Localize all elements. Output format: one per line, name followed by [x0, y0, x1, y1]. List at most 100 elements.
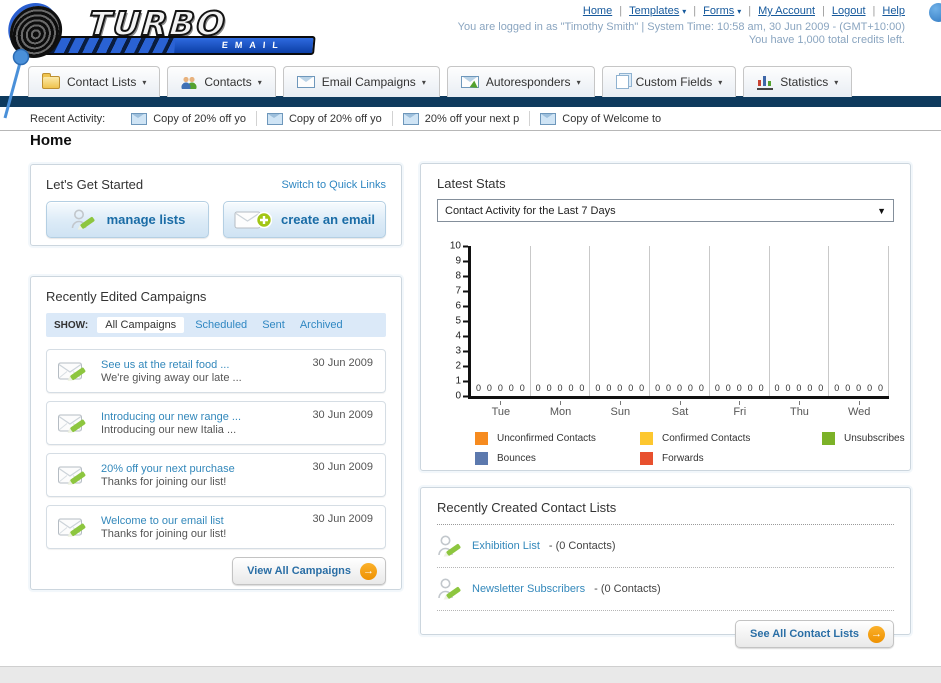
view-all-campaigns-button[interactable]: View All Campaigns →: [232, 557, 386, 585]
envelope-plus-icon: [234, 211, 273, 228]
tab-contact-lists[interactable]: Contact Lists ▾: [28, 66, 161, 97]
recent-activity-item[interactable]: Copy of Welcome to: [530, 111, 671, 126]
header-nav-link[interactable]: Home: [583, 5, 612, 17]
get-started-title: Let's Get Started: [46, 177, 144, 192]
y-axis-tick: 9: [455, 256, 468, 267]
bar-value-labels: 00000: [533, 383, 588, 393]
campaign-title-link[interactable]: See us at the retail food ...: [101, 359, 242, 371]
campaign-row[interactable]: See us at the retail food ... We're givi…: [46, 349, 386, 393]
legend-item: Unsubscribes: [822, 432, 905, 445]
bar-value: 0: [845, 383, 851, 393]
header-nav-link[interactable]: Help: [882, 5, 905, 17]
header-nav-link[interactable]: Templates: [629, 5, 679, 17]
legend-label: Unsubscribes: [844, 433, 905, 444]
legend-swatch: [475, 452, 488, 465]
campaign-date: 30 Jun 2009: [312, 409, 373, 421]
contact-list-link[interactable]: Newsletter Subscribers: [472, 583, 585, 595]
stats-period-select[interactable]: Contact Activity for the Last 7 Days ▼: [437, 199, 894, 222]
tab-contacts[interactable]: Contacts ▾: [167, 66, 276, 97]
chevron-down-icon: ▾: [142, 77, 147, 87]
campaign-title-link[interactable]: Introducing our new range ...: [101, 411, 241, 423]
x-axis-label: Sun: [590, 401, 650, 418]
recent-activity-item-label: Copy of 20% off yo: [153, 112, 246, 125]
chart-legend: Unconfirmed Contacts Confirmed Contacts …: [475, 432, 905, 465]
login-status-text: You are logged in as "Timothy Smith" | S…: [457, 21, 905, 33]
header-nav-item-forms[interactable]: Forms ▾: [703, 5, 741, 17]
view-all-campaigns-label: View All Campaigns: [247, 565, 351, 577]
bar-value: 0: [698, 383, 704, 393]
bar-value: 0: [714, 383, 720, 393]
campaign-filter-archived[interactable]: Archived: [300, 319, 343, 331]
campaign-row[interactable]: Welcome to our email list Thanks for joi…: [46, 505, 386, 549]
recent-activity-item[interactable]: Copy of 20% off yo: [257, 111, 393, 126]
chevron-down-icon: ▾: [682, 6, 687, 16]
header-nav-link[interactable]: Forms: [703, 5, 734, 17]
switch-to-quick-links-link[interactable]: Switch to Quick Links: [281, 179, 386, 191]
bar-value: 0: [606, 383, 612, 393]
header-nav-link[interactable]: My Account: [758, 5, 815, 17]
show-label: SHOW:: [54, 319, 89, 331]
campaign-title-link[interactable]: 20% off your next purchase: [101, 463, 235, 475]
header-nav-link[interactable]: Logout: [832, 5, 866, 17]
x-axis-label: Tue: [471, 401, 531, 418]
x-axis-label: Wed: [829, 401, 889, 418]
recent-activity-item[interactable]: 20% off your next p: [393, 111, 531, 126]
recent-activity-item-label: 20% off your next p: [424, 112, 520, 125]
recent-activity-item[interactable]: Copy of 20% off yo: [121, 111, 257, 126]
chart-day-group: 00000: [531, 246, 591, 396]
recent-activity-item-label: Copy of 20% off yo: [288, 112, 382, 125]
bar-value: 0: [878, 383, 884, 393]
bar-value: 0: [628, 383, 634, 393]
campaign-title-link[interactable]: Welcome to our email list: [101, 515, 226, 527]
campaign-row[interactable]: Introducing our new range ... Introducin…: [46, 401, 386, 445]
see-all-contact-lists-button[interactable]: See All Contact Lists →: [734, 620, 894, 648]
separator: |: [822, 5, 825, 17]
help-balloon-icon[interactable]: [929, 3, 941, 22]
chart-day-group: 00000: [590, 246, 651, 396]
orange-arrow-icon: →: [868, 625, 885, 643]
chart-day-group: 00000: [650, 246, 710, 396]
legend-label: Forwards: [662, 453, 704, 464]
recent-activity-item-label: Copy of Welcome to: [562, 112, 662, 125]
bar-value: 0: [796, 383, 802, 393]
x-axis-label: Fri: [710, 401, 770, 418]
tab-custom-fields[interactable]: Custom Fields ▾: [601, 66, 737, 97]
tab-autoresponders[interactable]: Autoresponders ▾: [446, 66, 595, 97]
campaign-row[interactable]: 20% off your next purchase Thanks for jo…: [46, 453, 386, 497]
contact-list-link[interactable]: Exhibition List: [472, 540, 540, 552]
contact-list-row[interactable]: Newsletter Subscribers - (0 Contacts): [437, 568, 894, 611]
contact-list-count: - (0 Contacts): [594, 583, 661, 595]
tab-email-campaigns[interactable]: Email Campaigns ▾: [282, 66, 440, 97]
contact-list-row[interactable]: Exhibition List - (0 Contacts): [437, 525, 894, 568]
campaign-filter-scheduled[interactable]: Scheduled: [195, 319, 247, 331]
header-nav-item-help[interactable]: Help: [882, 5, 905, 17]
navy-divider-bar: [0, 96, 941, 107]
person-pencil-icon: [71, 209, 95, 230]
bar-value-labels: 00000: [712, 383, 767, 393]
y-axis-tick: 8: [455, 271, 468, 282]
pages-icon: [615, 75, 629, 89]
tab-label: Autoresponders: [485, 75, 571, 89]
header-nav-item-templates[interactable]: Templates ▾: [629, 5, 686, 17]
header-nav-item-logout[interactable]: Logout: [832, 5, 866, 17]
contact-list-count: - (0 Contacts): [548, 540, 616, 552]
campaign-filter-sent[interactable]: Sent: [262, 319, 285, 331]
campaign-subtitle: We're giving away our late ...: [101, 371, 242, 384]
bar-value-labels: 00000: [831, 383, 886, 393]
bar-value: 0: [758, 383, 764, 393]
bar-value: 0: [834, 383, 840, 393]
y-axis-tick: 7: [455, 286, 468, 297]
tab-statistics[interactable]: Statistics ▾: [743, 66, 853, 97]
bar-value: 0: [519, 383, 525, 393]
contacts-icon: [181, 75, 198, 89]
bar-value: 0: [856, 383, 862, 393]
chart-x-axis: Tue Mon Sun Sat Fri Thu Wed: [471, 401, 889, 418]
header-nav-item-home[interactable]: Home: [583, 5, 612, 17]
header-nav-item-my-account[interactable]: My Account: [758, 5, 815, 17]
bar-value: 0: [725, 383, 731, 393]
manage-lists-button[interactable]: manage lists: [46, 201, 209, 238]
create-an-email-button[interactable]: create an email: [223, 201, 386, 238]
chevron-down-icon: ▾: [257, 77, 262, 87]
campaign-filter-all-campaigns[interactable]: All Campaigns: [97, 317, 185, 333]
bar-value: 0: [687, 383, 693, 393]
